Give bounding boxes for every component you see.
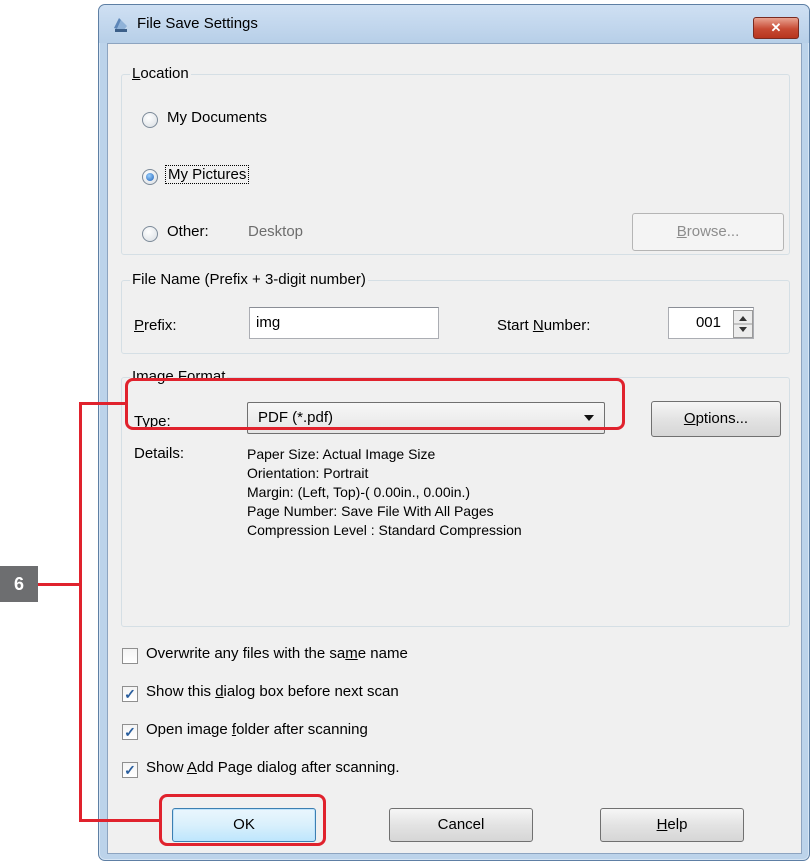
prefix-input[interactable]: img xyxy=(249,307,439,339)
ok-button-highlight xyxy=(159,794,326,846)
dialog-client-area: Location My Documents My Pictures Other:… xyxy=(107,43,802,854)
callout-vertical-line xyxy=(79,402,82,822)
open-folder-label[interactable]: Open image folder after scanning xyxy=(146,721,368,738)
options-button[interactable]: Options... xyxy=(651,401,781,437)
close-button[interactable]: ✕ xyxy=(753,17,799,39)
file-name-legend: File Name (Prefix + 3-digit number) xyxy=(130,271,368,288)
details-line: Paper Size: Actual Image Size xyxy=(247,446,436,462)
browse-button[interactable]: Browse... xyxy=(632,213,784,251)
title-bar[interactable]: File Save Settings ✕ xyxy=(99,5,809,43)
type-row-highlight xyxy=(125,378,625,430)
other-radio[interactable] xyxy=(142,226,158,242)
details-label: Details: xyxy=(134,445,185,462)
overwrite-checkbox[interactable] xyxy=(122,648,138,664)
location-group: Location My Documents My Pictures Other:… xyxy=(121,65,790,255)
details-text: Paper Size: Actual Image Size Orientatio… xyxy=(247,445,522,540)
open-folder-checkbox[interactable]: ✓ xyxy=(122,724,138,740)
spinner-arrows-icon xyxy=(734,316,752,332)
callout-top-line xyxy=(79,402,128,405)
callout-connector xyxy=(38,583,80,586)
details-line: Margin: (Left, Top)-( 0.00in., 0.00in.) xyxy=(247,484,471,500)
other-label[interactable]: Other: xyxy=(167,223,209,240)
details-line: Orientation: Portrait xyxy=(247,465,369,481)
start-number-label: Start Number: xyxy=(497,317,591,334)
scanner-app-icon xyxy=(114,18,127,32)
my-pictures-label[interactable]: My Pictures xyxy=(165,165,250,184)
cancel-button[interactable]: Cancel xyxy=(389,808,533,842)
details-line: Page Number: Save File With All Pages xyxy=(247,503,494,519)
prefix-label: Prefix: xyxy=(134,317,177,334)
step-number-badge: 6 xyxy=(0,566,38,602)
start-number-spinner[interactable] xyxy=(733,310,753,338)
window-title: File Save Settings xyxy=(137,15,258,32)
show-add-page-checkbox[interactable]: ✓ xyxy=(122,762,138,778)
show-dialog-checkbox[interactable]: ✓ xyxy=(122,686,138,702)
file-save-settings-dialog: File Save Settings ✕ Location My Documen… xyxy=(98,4,810,861)
help-button[interactable]: Help xyxy=(600,808,744,842)
overwrite-label[interactable]: Overwrite any files with the same name xyxy=(146,645,408,662)
callout-bottom-line xyxy=(79,819,162,822)
details-line: Compression Level : Standard Compression xyxy=(247,522,522,538)
other-path-value: Desktop xyxy=(248,223,304,240)
file-name-group: File Name (Prefix + 3-digit number) Pref… xyxy=(121,271,790,354)
my-documents-radio[interactable] xyxy=(142,112,158,128)
close-icon: ✕ xyxy=(770,20,782,35)
location-legend: Location xyxy=(130,65,191,82)
my-documents-label[interactable]: My Documents xyxy=(167,109,267,126)
my-pictures-radio[interactable] xyxy=(142,169,158,185)
show-add-page-label[interactable]: Show Add Page dialog after scanning. xyxy=(146,759,400,776)
show-dialog-label[interactable]: Show this dialog box before next scan xyxy=(146,683,399,700)
